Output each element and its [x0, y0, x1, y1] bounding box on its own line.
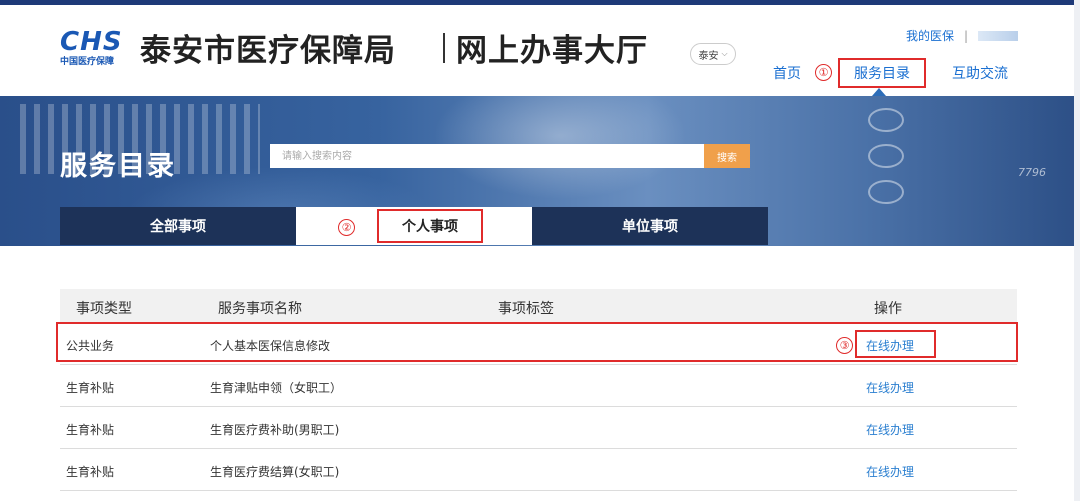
cell-name: 生育津贴申领（女职工） — [210, 381, 343, 395]
tab-label: 个人事项 — [402, 219, 458, 235]
annotation-1: ① — [815, 64, 832, 81]
nav-help[interactable]: 互助交流 — [952, 58, 1008, 88]
page: CHS 中国医疗保障 泰安市医疗保障局 网上办事大厅 泰安 ⌵ 我的医保 | 首… — [0, 0, 1080, 501]
logo-text: CHS — [60, 27, 123, 57]
table-header: 事项类型 服务事项名称 事项标签 操作 — [60, 289, 1017, 323]
cell-name: 生育医疗费结算(女职工) — [210, 465, 340, 479]
top-links: 我的医保 | — [906, 27, 1018, 44]
city-select[interactable]: 泰安 ⌵ — [690, 43, 736, 65]
search-input[interactable] — [270, 144, 704, 168]
table-row: 生育补贴 生育医疗费结算(女职工) 在线办理 — [60, 449, 1017, 491]
annotation-2: ② — [338, 219, 355, 236]
user-name-blurred[interactable] — [978, 30, 1018, 41]
service-table: 事项类型 服务事项名称 事项标签 操作 公共业务 个人基本医保信息修改 在线办理… — [60, 289, 1017, 491]
tab-personal-items[interactable]: 个人事项 — [296, 207, 532, 245]
table-row: 生育补贴 生育津贴申领（女职工） 在线办理 — [60, 365, 1017, 407]
col-header-name: 服务事项名称 — [218, 301, 302, 317]
banner-circles-decoration — [840, 104, 940, 214]
my-medical-link[interactable]: 我的医保 — [906, 27, 954, 44]
table-row: 生育补贴 生育医疗费补助(男职工) 在线办理 — [60, 407, 1017, 449]
online-handle-link[interactable]: 在线办理 — [866, 379, 914, 396]
logo-subtitle: 中国医疗保障 — [60, 57, 115, 67]
site-subtitle: 网上办事大厅 — [456, 33, 648, 69]
search-button[interactable]: 搜索 — [704, 144, 750, 168]
scrollbar-track[interactable] — [1074, 0, 1080, 501]
chevron-down-icon: ⌵ — [721, 49, 728, 58]
title-divider — [443, 33, 445, 63]
banner-title: 服务目录 — [60, 151, 176, 182]
col-header-type: 事项类型 — [76, 301, 132, 317]
nav-active-pointer — [872, 88, 886, 96]
tab-label: 全部事项 — [150, 219, 206, 235]
tab-all-items[interactable]: 全部事项 — [60, 207, 296, 245]
nav-service-catalog[interactable]: 服务目录 — [838, 58, 926, 88]
site-title: 泰安市医疗保障局 — [140, 33, 396, 69]
tab-label: 单位事项 — [622, 219, 678, 235]
online-handle-link[interactable]: 在线办理 — [866, 421, 914, 438]
annotation-3: ③ — [836, 337, 853, 354]
banner-deco-text: 7796 — [1018, 166, 1046, 179]
cell-type: 生育补贴 — [66, 423, 115, 437]
city-label: 泰安 — [698, 50, 719, 62]
link-separator: | — [963, 28, 968, 43]
online-handle-link[interactable]: 在线办理 — [866, 463, 914, 480]
tab-unit-items[interactable]: 单位事项 — [532, 207, 768, 245]
tab-highlight-box: 个人事项 — [377, 209, 483, 243]
col-header-tag: 事项标签 — [498, 301, 554, 317]
cell-name: 生育医疗费补助(男职工) — [210, 423, 340, 437]
cell-type: 生育补贴 — [66, 381, 115, 395]
action-highlight-box — [855, 330, 936, 358]
cell-type: 生育补贴 — [66, 465, 115, 479]
col-header-action: 操作 — [874, 301, 902, 317]
nav-home[interactable]: 首页 — [773, 58, 801, 88]
chs-logo[interactable]: CHS 中国医疗保障 — [60, 27, 132, 69]
